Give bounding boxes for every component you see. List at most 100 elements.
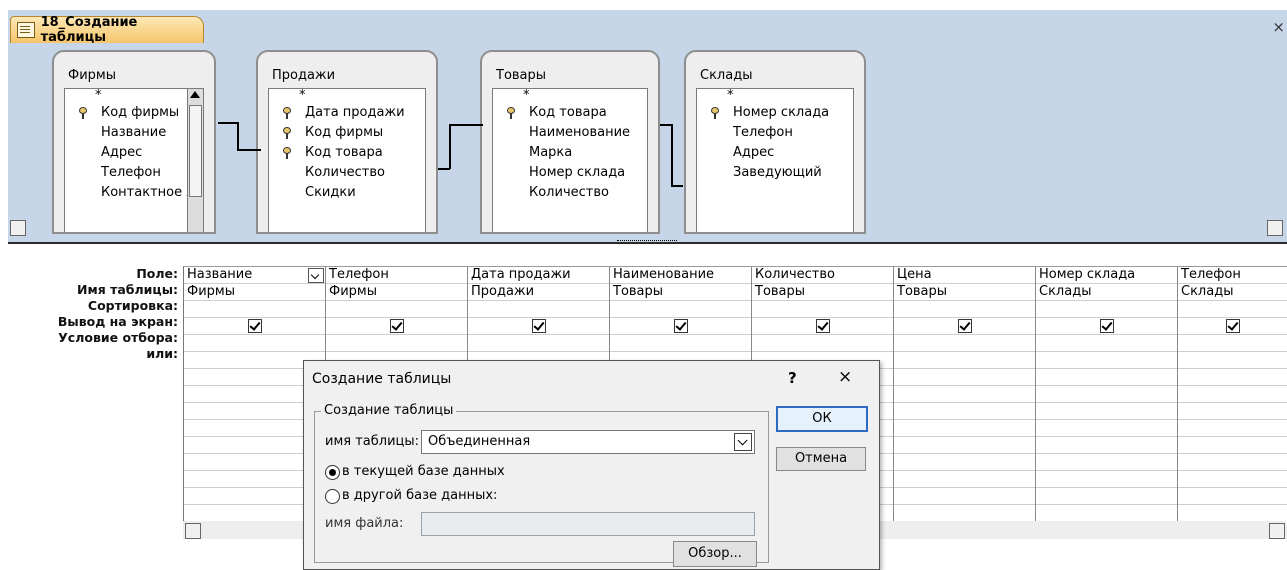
- field-item[interactable]: Код товара: [493, 103, 647, 123]
- grid-criteria-cell[interactable]: [184, 335, 325, 352]
- field-item[interactable]: Номер склада: [493, 163, 647, 183]
- grid-table-cell[interactable]: Товары: [610, 284, 751, 301]
- splitter-handle[interactable]: [617, 240, 677, 243]
- grid-column[interactable]: Номер склада Склады: [1036, 267, 1178, 537]
- scroll-right-icon[interactable]: [1269, 523, 1285, 539]
- horizontal-scrollbar[interactable]: [8, 218, 1287, 236]
- field-item[interactable]: Количество: [493, 183, 647, 203]
- grid-field-cell[interactable]: Цена: [894, 267, 1035, 284]
- scroll-left-icon[interactable]: [185, 523, 201, 539]
- grid-or-cell[interactable]: [1178, 488, 1287, 505]
- field-item[interactable]: Заведующий: [697, 163, 853, 183]
- grid-show-cell[interactable]: [752, 318, 893, 335]
- browse-button[interactable]: Обзор...: [673, 541, 757, 567]
- grid-sort-cell[interactable]: [1036, 301, 1177, 318]
- grid-or-cell[interactable]: [1178, 386, 1287, 403]
- grid-or-cell[interactable]: [1036, 488, 1177, 505]
- document-tab[interactable]: 18_Создание таблицы: [10, 15, 204, 45]
- grid-sort-cell[interactable]: [184, 301, 325, 318]
- grid-table-cell[interactable]: Фирмы: [184, 284, 325, 301]
- field-item[interactable]: Марка: [493, 143, 647, 163]
- show-checkbox[interactable]: [1226, 319, 1240, 333]
- grid-criteria-cell[interactable]: [1036, 335, 1177, 352]
- grid-or-cell[interactable]: [1178, 420, 1287, 437]
- show-checkbox[interactable]: [674, 319, 688, 333]
- close-icon[interactable]: ×: [838, 367, 852, 387]
- radio-current-db[interactable]: [325, 465, 340, 480]
- field-item[interactable]: Скидки: [269, 183, 425, 203]
- grid-table-cell[interactable]: Фирмы: [326, 284, 467, 301]
- vertical-scrollbar[interactable]: [187, 89, 203, 232]
- grid-table-cell[interactable]: Продажи: [468, 284, 609, 301]
- grid-criteria-cell[interactable]: [752, 335, 893, 352]
- cancel-button[interactable]: Отмена: [776, 447, 866, 471]
- scroll-right-icon[interactable]: [1267, 220, 1283, 236]
- grid-or-cell[interactable]: [894, 454, 1035, 471]
- field-item[interactable]: Адрес: [697, 143, 853, 163]
- grid-show-cell[interactable]: [610, 318, 751, 335]
- grid-show-cell[interactable]: [468, 318, 609, 335]
- grid-criteria-cell[interactable]: [326, 335, 467, 352]
- grid-or-cell[interactable]: [1036, 369, 1177, 386]
- grid-field-cell[interactable]: Название: [184, 267, 325, 284]
- grid-show-cell[interactable]: [326, 318, 467, 335]
- chevron-down-icon[interactable]: [308, 268, 324, 283]
- grid-or-cell[interactable]: [1036, 352, 1177, 369]
- grid-or-cell[interactable]: [1178, 437, 1287, 454]
- grid-column[interactable]: Цена Товары: [894, 267, 1036, 537]
- grid-or-cell[interactable]: [1178, 369, 1287, 386]
- grid-or-cell[interactable]: [894, 437, 1035, 454]
- grid-show-cell[interactable]: [184, 318, 325, 335]
- grid-show-cell[interactable]: [1178, 318, 1287, 335]
- field-item[interactable]: *: [65, 89, 203, 103]
- field-item[interactable]: Контактное ли: [65, 183, 203, 203]
- grid-sort-cell[interactable]: [610, 301, 751, 318]
- close-icon[interactable]: ×: [1272, 18, 1285, 36]
- grid-field-cell[interactable]: Количество: [752, 267, 893, 284]
- grid-criteria-cell[interactable]: [1178, 335, 1287, 352]
- field-item[interactable]: Номер склада: [697, 103, 853, 123]
- grid-show-cell[interactable]: [894, 318, 1035, 335]
- field-item[interactable]: Дата продажи: [269, 103, 425, 123]
- scroll-up-icon[interactable]: [190, 91, 200, 98]
- grid-or-cell[interactable]: [1036, 403, 1177, 420]
- file-name-input[interactable]: [421, 512, 755, 536]
- grid-or-cell[interactable]: [1178, 454, 1287, 471]
- table-box-goods[interactable]: Товары * Код товара Наименование Марка Номер…: [480, 50, 660, 234]
- chevron-down-icon[interactable]: [734, 433, 752, 451]
- show-checkbox[interactable]: [1100, 319, 1114, 333]
- grid-sort-cell[interactable]: [326, 301, 467, 318]
- grid-field-cell[interactable]: Телефон: [1178, 267, 1287, 284]
- grid-or-cell[interactable]: [1036, 386, 1177, 403]
- grid-table-cell[interactable]: Склады: [1036, 284, 1177, 301]
- grid-or-cell[interactable]: [1036, 420, 1177, 437]
- grid-or-cell[interactable]: [1178, 471, 1287, 488]
- grid-field-cell[interactable]: Номер склада: [1036, 267, 1177, 284]
- field-item[interactable]: Телефон: [697, 123, 853, 143]
- show-checkbox[interactable]: [390, 319, 404, 333]
- field-item[interactable]: *: [493, 89, 647, 103]
- grid-table-cell[interactable]: Товары: [894, 284, 1035, 301]
- field-item[interactable]: Количество: [269, 163, 425, 183]
- field-item[interactable]: Код товара: [269, 143, 425, 163]
- table-box-sales[interactable]: Продажи * Дата продажи Код фирмы Код товара…: [256, 50, 438, 234]
- grid-or-cell[interactable]: [894, 352, 1035, 369]
- grid-table-cell[interactable]: Товары: [752, 284, 893, 301]
- grid-table-cell[interactable]: Склады: [1178, 284, 1287, 301]
- grid-or-cell[interactable]: [1036, 454, 1177, 471]
- grid-or-cell[interactable]: [894, 386, 1035, 403]
- table-box-warehouses[interactable]: Склады * Номер склада Телефон Адрес Заведующ…: [684, 50, 866, 234]
- grid-column[interactable]: Телефон Склады: [1178, 267, 1287, 537]
- field-item[interactable]: Код фирмы: [65, 103, 203, 123]
- show-checkbox[interactable]: [248, 319, 262, 333]
- radio-other-db[interactable]: [325, 489, 340, 504]
- grid-field-cell[interactable]: Дата продажи: [468, 267, 609, 284]
- grid-or-cell[interactable]: [1178, 352, 1287, 369]
- grid-sort-cell[interactable]: [1178, 301, 1287, 318]
- field-item[interactable]: Адрес: [65, 143, 203, 163]
- field-item[interactable]: *: [697, 89, 853, 103]
- grid-field-cell[interactable]: Телефон: [326, 267, 467, 284]
- table-name-combobox[interactable]: Объединенная: [421, 430, 755, 454]
- scroll-left-icon[interactable]: [10, 220, 26, 236]
- show-checkbox[interactable]: [532, 319, 546, 333]
